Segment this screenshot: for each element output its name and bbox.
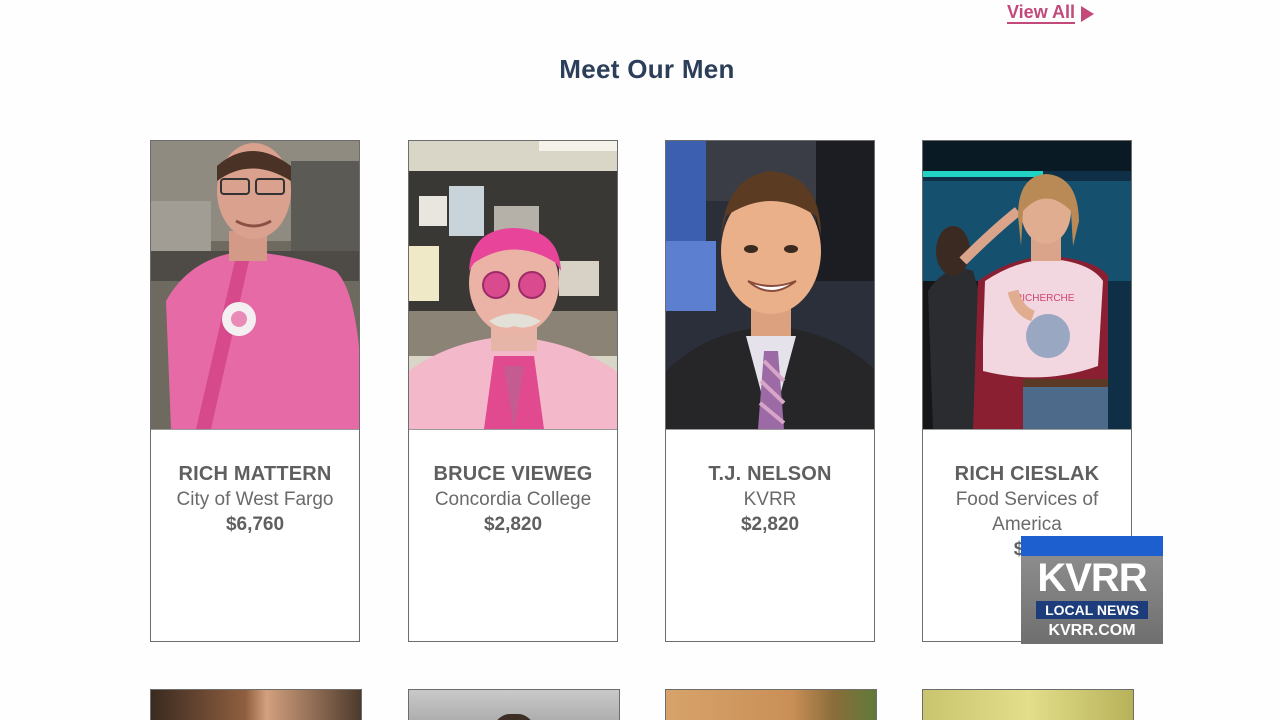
logo-body: KVRR LOCAL NEWS KVRR.COM (1021, 556, 1163, 644)
kvrr-logo-watermark: KVRR LOCAL NEWS KVRR.COM (1021, 536, 1163, 644)
profile-card-3[interactable]: T.J. NELSON KVRR $2,820 (665, 140, 875, 642)
person-name[interactable]: RICH CIESLAK (923, 461, 1131, 487)
view-all-label[interactable]: View All (1007, 2, 1076, 24)
person-organization: Food Services of America (955, 489, 1099, 535)
profile-card-5-photo[interactable] (150, 689, 362, 720)
person-name[interactable]: RICH MATTERN (151, 461, 359, 487)
person-name[interactable]: T.J. NELSON (666, 461, 874, 487)
profile-photo-4[interactable]: RICHERCHE (923, 141, 1131, 430)
photo-detail (494, 714, 534, 720)
profile-info-1: RICH MATTERN City of West Fargo $6,760 (151, 430, 359, 537)
logo-topbar (1021, 536, 1163, 556)
profile-card-2[interactable]: BRUCE VIEWEG Concordia College $2,820 (408, 140, 618, 642)
amount-raised: $2,820 (483, 514, 543, 535)
logo-site: KVRR.COM (1048, 622, 1136, 639)
amount-raised: $6,760 (225, 514, 285, 535)
amount-raised: $2,820 (740, 514, 800, 535)
person-organization: KVRR (743, 489, 797, 510)
profile-card-7-photo[interactable] (665, 689, 877, 720)
person-organization: City of West Fargo (176, 489, 334, 510)
profile-card-8-photo[interactable] (922, 689, 1134, 720)
svg-text:RICHERCHE: RICHERCHE (1015, 293, 1075, 304)
profile-photo-1[interactable] (151, 141, 359, 430)
profile-photo-3[interactable] (666, 141, 874, 430)
page: View All Meet Our Men RICH MATTERN City … (0, 0, 1280, 720)
profile-info-3: T.J. NELSON KVRR $2,820 (666, 430, 874, 537)
profile-card-6-photo[interactable] (408, 689, 620, 720)
logo-brand: KVRR (1037, 556, 1147, 600)
profile-info-2: BRUCE VIEWEG Concordia College $2,820 (409, 430, 617, 537)
profile-card-1[interactable]: RICH MATTERN City of West Fargo $6,760 (150, 140, 360, 642)
logo-tagline: LOCAL NEWS (1036, 601, 1148, 619)
play-arrow-icon[interactable] (1081, 5, 1095, 22)
view-all-link[interactable]: View All (1007, 2, 1095, 24)
person-organization: Concordia College (434, 489, 592, 510)
section-title: Meet Our Men (559, 54, 735, 84)
person-name[interactable]: BRUCE VIEWEG (409, 461, 617, 487)
profile-photo-2[interactable] (409, 141, 617, 430)
